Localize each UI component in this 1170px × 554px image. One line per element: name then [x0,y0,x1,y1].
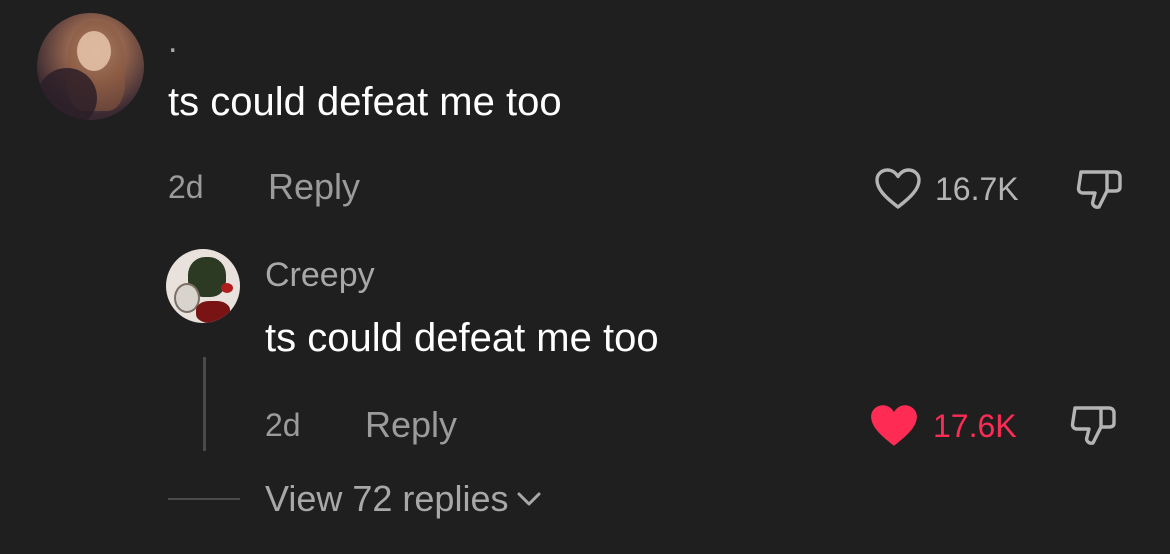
commenter-avatar[interactable] [37,13,144,120]
chevron-down-icon [517,492,541,506]
comment-text: ts could defeat me too [168,80,562,124]
thread-line [203,357,206,451]
comment-like-count: 16.7K [935,171,1019,207]
view-replies-button[interactable]: View 72 replies [265,478,542,520]
comment-dislike-button[interactable] [1074,168,1124,212]
reply-like-button[interactable] [868,403,920,449]
reply-dislike-button[interactable] [1068,404,1118,448]
reply-timestamp: 2d [265,407,301,443]
reply-avatar[interactable] [166,249,240,323]
thumbs-down-icon [1070,406,1116,445]
view-replies-label: View 72 replies [265,478,509,519]
comment-username[interactable]: . [168,22,177,61]
heart-outline-icon [875,168,921,209]
heart-filled-icon [871,405,917,446]
reply-text: ts could defeat me too [265,316,659,360]
reply-username[interactable]: Creepy [265,256,375,295]
comment-reply-button[interactable]: Reply [268,166,360,208]
reply-reply-button[interactable]: Reply [365,404,457,446]
comment-timestamp: 2d [168,169,204,205]
reply-like-count: 17.6K [933,408,1017,444]
view-replies-divider [168,498,240,500]
thumbs-down-icon [1076,170,1122,209]
comment-like-button[interactable] [873,167,923,211]
